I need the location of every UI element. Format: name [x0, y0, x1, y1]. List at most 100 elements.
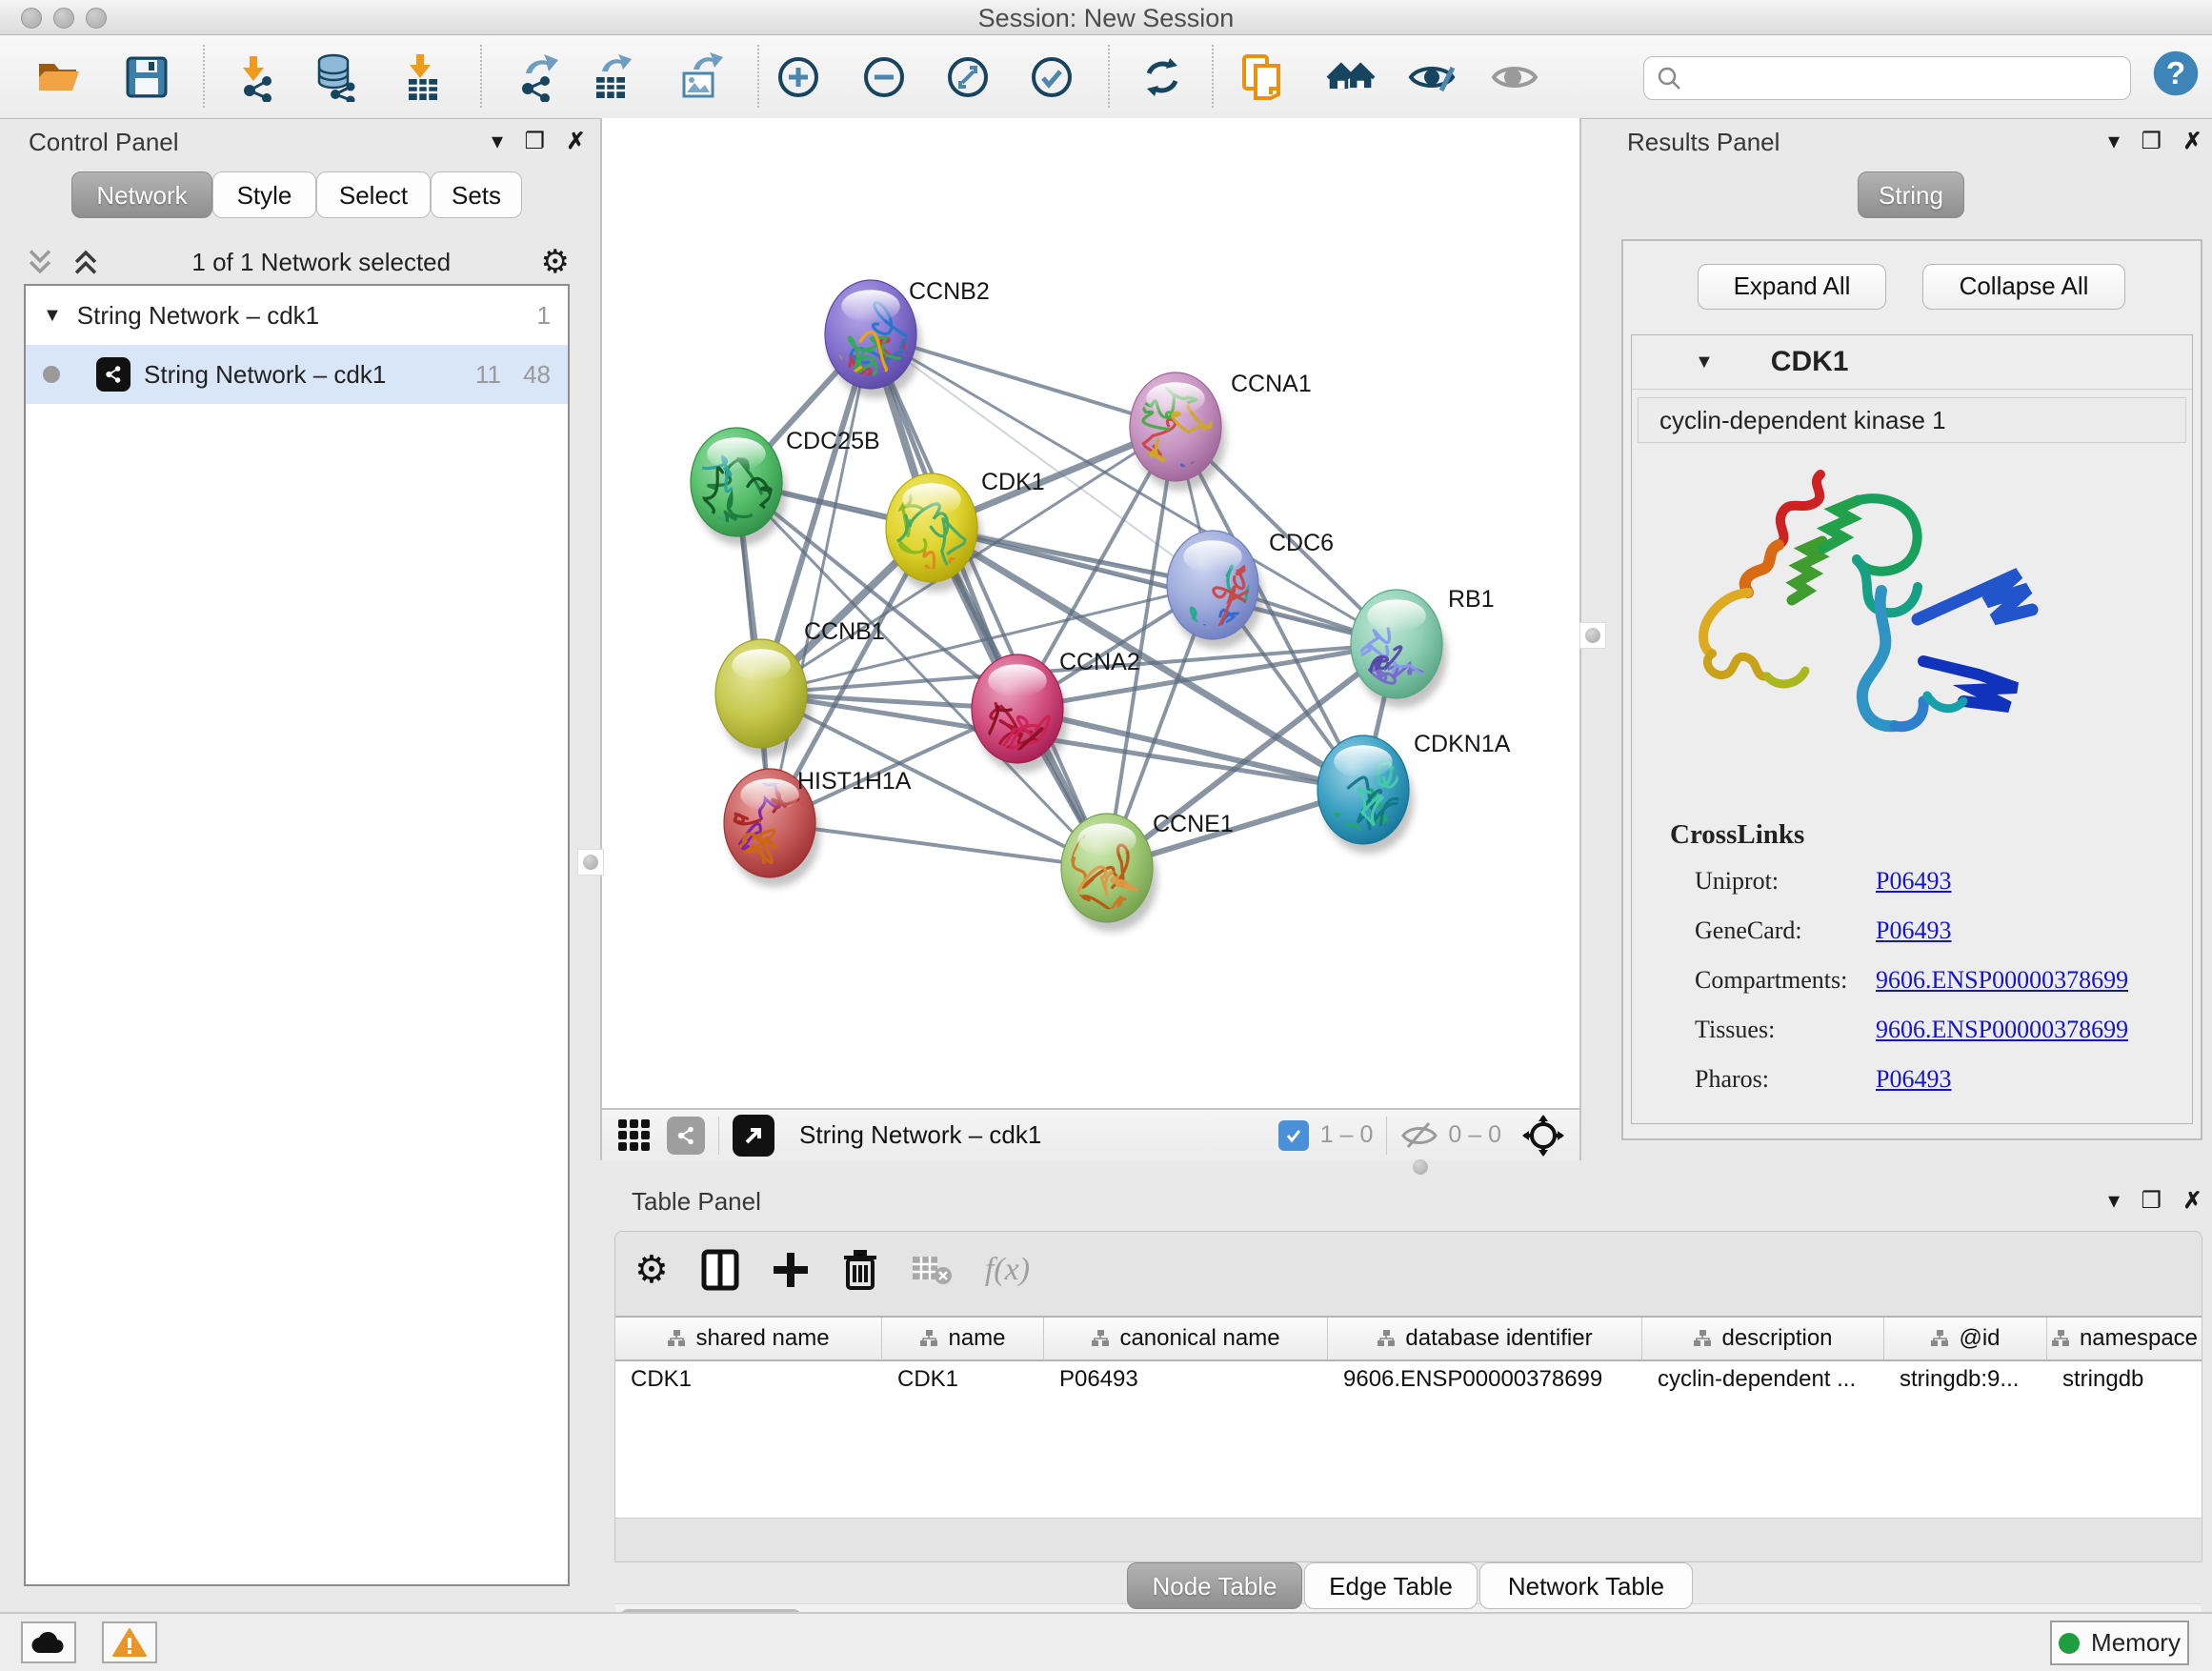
tab-sets[interactable]: Sets — [431, 171, 522, 218]
table-cell[interactable]: 9606.ENSP00000378699 — [1328, 1361, 1642, 1398]
svg-text:CCNB2: CCNB2 — [909, 278, 990, 305]
memory-button[interactable]: Memory — [2050, 1621, 2189, 1665]
search-input[interactable] — [1690, 64, 2130, 92]
delete-column-icon[interactable] — [842, 1248, 878, 1292]
left-splitter-handle[interactable] — [577, 849, 604, 876]
table-cell[interactable]: P06493 — [1044, 1361, 1328, 1398]
zoom-fit-icon[interactable] — [943, 52, 993, 102]
import-network-database-icon[interactable] — [311, 52, 360, 102]
collapse-all-icon[interactable] — [24, 246, 56, 278]
zoom-in-icon[interactable] — [774, 52, 823, 102]
crosslink-compartments-link[interactable]: 9606.ENSP00000378699 — [1876, 966, 2128, 995]
column-type-icon — [2051, 1329, 2070, 1348]
network-row[interactable]: String Network – cdk1 11 48 — [26, 345, 568, 404]
float-panel-icon[interactable]: ❐ — [2142, 128, 2162, 155]
column-header[interactable]: database identifier — [1328, 1318, 1642, 1361]
open-session-icon[interactable] — [34, 52, 84, 102]
column-header[interactable]: @id — [1884, 1318, 2047, 1361]
table-settings-gear-icon[interactable]: ⚙ — [634, 1248, 669, 1292]
tab-node-table[interactable]: Node Table — [1127, 1562, 1302, 1609]
svg-text:?: ? — [2166, 56, 2185, 91]
column-header[interactable]: name — [882, 1318, 1044, 1361]
export-image-icon[interactable] — [676, 52, 726, 102]
delete-table-icon[interactable] — [911, 1253, 953, 1287]
cytoscape-window: Session: New Session — [0, 0, 2212, 1671]
export-table-icon[interactable] — [587, 52, 636, 102]
collapse-panel-icon[interactable]: ▾ — [2108, 128, 2120, 155]
close-panel-icon[interactable]: ✗ — [566, 128, 585, 155]
network-collection-row[interactable]: ▼ String Network – cdk1 1 — [26, 286, 568, 345]
close-panel-icon[interactable]: ✗ — [2182, 1187, 2202, 1215]
zoom-out-icon[interactable] — [859, 52, 909, 102]
close-panel-icon[interactable]: ✗ — [2182, 128, 2202, 155]
column-header[interactable]: canonical name — [1044, 1318, 1328, 1361]
collapse-all-button[interactable]: Collapse All — [1922, 264, 2125, 310]
memory-label: Memory — [2091, 1628, 2181, 1658]
collapse-panel-icon[interactable]: ▾ — [2108, 1187, 2120, 1215]
string-home-icon[interactable] — [1326, 52, 1376, 102]
network-options-gear-icon[interactable]: ⚙ — [541, 243, 570, 281]
search-box[interactable] — [1643, 56, 2131, 100]
table-cell[interactable]: stringdb:9... — [1884, 1361, 2047, 1398]
table-cell[interactable]: CDK1 — [882, 1361, 1044, 1398]
bottom-splitter-handle[interactable] — [1408, 1155, 1433, 1179]
gene-section-header[interactable]: ▼ CDK1 — [1632, 335, 2192, 390]
expand-all-icon[interactable] — [70, 246, 102, 278]
export-network-icon[interactable] — [513, 52, 562, 102]
add-column-icon[interactable] — [772, 1249, 810, 1291]
crosslink-genecard-link[interactable]: P06493 — [1876, 916, 1951, 945]
tab-edge-table[interactable]: Edge Table — [1304, 1562, 1478, 1609]
column-header[interactable]: namespace — [2047, 1318, 2202, 1361]
tab-style[interactable]: Style — [212, 171, 316, 218]
network-node-count: 11 — [475, 360, 501, 390]
column-header[interactable]: shared name — [615, 1318, 882, 1361]
enable-style-icon[interactable] — [1407, 52, 1457, 102]
table-toolbar: ⚙ f(x) — [634, 1241, 1030, 1299]
network-graph[interactable]: CCNB2CCNA1CDC25BCDK1CDC6RB1CCNB1CCNA2CDK… — [602, 118, 1579, 1104]
toolbar-separator — [1212, 45, 1214, 108]
import-network-file-icon[interactable] — [231, 52, 280, 102]
save-session-icon[interactable] — [122, 52, 171, 102]
toolbar-separator — [1386, 1117, 1387, 1155]
tab-network[interactable]: Network — [71, 171, 212, 218]
table-cell[interactable]: stringdb — [2047, 1361, 2202, 1398]
import-table-icon[interactable] — [397, 52, 447, 102]
table-panel-body: ⚙ f(x) shared name name canonical name d… — [614, 1231, 2202, 1562]
open-in-window-icon[interactable] — [733, 1115, 774, 1157]
function-builder-icon[interactable]: f(x) — [985, 1252, 1030, 1288]
collapse-panel-icon[interactable]: ▾ — [492, 128, 503, 155]
column-type-icon — [919, 1329, 938, 1348]
float-panel-icon[interactable]: ❐ — [525, 128, 546, 155]
crosslink-uniprot-link[interactable]: P06493 — [1876, 867, 1951, 896]
copy-style-icon[interactable] — [1237, 52, 1286, 102]
section-expander-icon[interactable]: ▼ — [1695, 352, 1714, 373]
grid-view-icon[interactable] — [615, 1117, 654, 1155]
warnings-button[interactable] — [102, 1621, 157, 1663]
table-row[interactable]: CDK1 — [615, 1361, 882, 1398]
tab-string-results[interactable]: String — [1858, 171, 1964, 218]
selected-checkbox-icon[interactable] — [1278, 1120, 1309, 1151]
svg-text:CCNE1: CCNE1 — [1153, 811, 1234, 837]
network-canvas[interactable]: CCNB2CCNA1CDC25BCDK1CDC6RB1CCNB1CCNA2CDK… — [600, 118, 1581, 1108]
selected-count: 1 – 0 — [1320, 1121, 1374, 1149]
share-view-icon[interactable] — [667, 1117, 705, 1155]
hide-panel-eye-icon[interactable] — [1490, 52, 1539, 102]
crosslink-pharos-link[interactable]: P06493 — [1876, 1065, 1951, 1094]
cloud-status-button[interactable] — [21, 1621, 76, 1663]
refresh-icon[interactable] — [1137, 52, 1187, 102]
expand-all-button[interactable]: Expand All — [1698, 264, 1886, 310]
zoom-selected-icon[interactable] — [1027, 52, 1076, 102]
right-splitter-handle[interactable] — [1579, 622, 1606, 649]
crosslink-tissues-link[interactable]: 9606.ENSP00000378699 — [1876, 1016, 2128, 1044]
column-header[interactable]: description — [1642, 1318, 1884, 1361]
table-cell[interactable]: cyclin-dependent ... — [1642, 1361, 1884, 1398]
birdseye-icon[interactable] — [1522, 1115, 1564, 1157]
tab-select[interactable]: Select — [316, 171, 431, 218]
show-columns-icon[interactable] — [701, 1249, 739, 1291]
crosslink-label: Compartments: — [1695, 966, 1847, 995]
float-panel-icon[interactable]: ❐ — [2142, 1187, 2162, 1215]
help-icon[interactable]: ? — [2151, 49, 2201, 98]
toolbar-separator — [718, 1117, 719, 1155]
tab-network-table[interactable]: Network Table — [1479, 1562, 1693, 1609]
tree-expander-icon[interactable]: ▼ — [43, 305, 62, 327]
